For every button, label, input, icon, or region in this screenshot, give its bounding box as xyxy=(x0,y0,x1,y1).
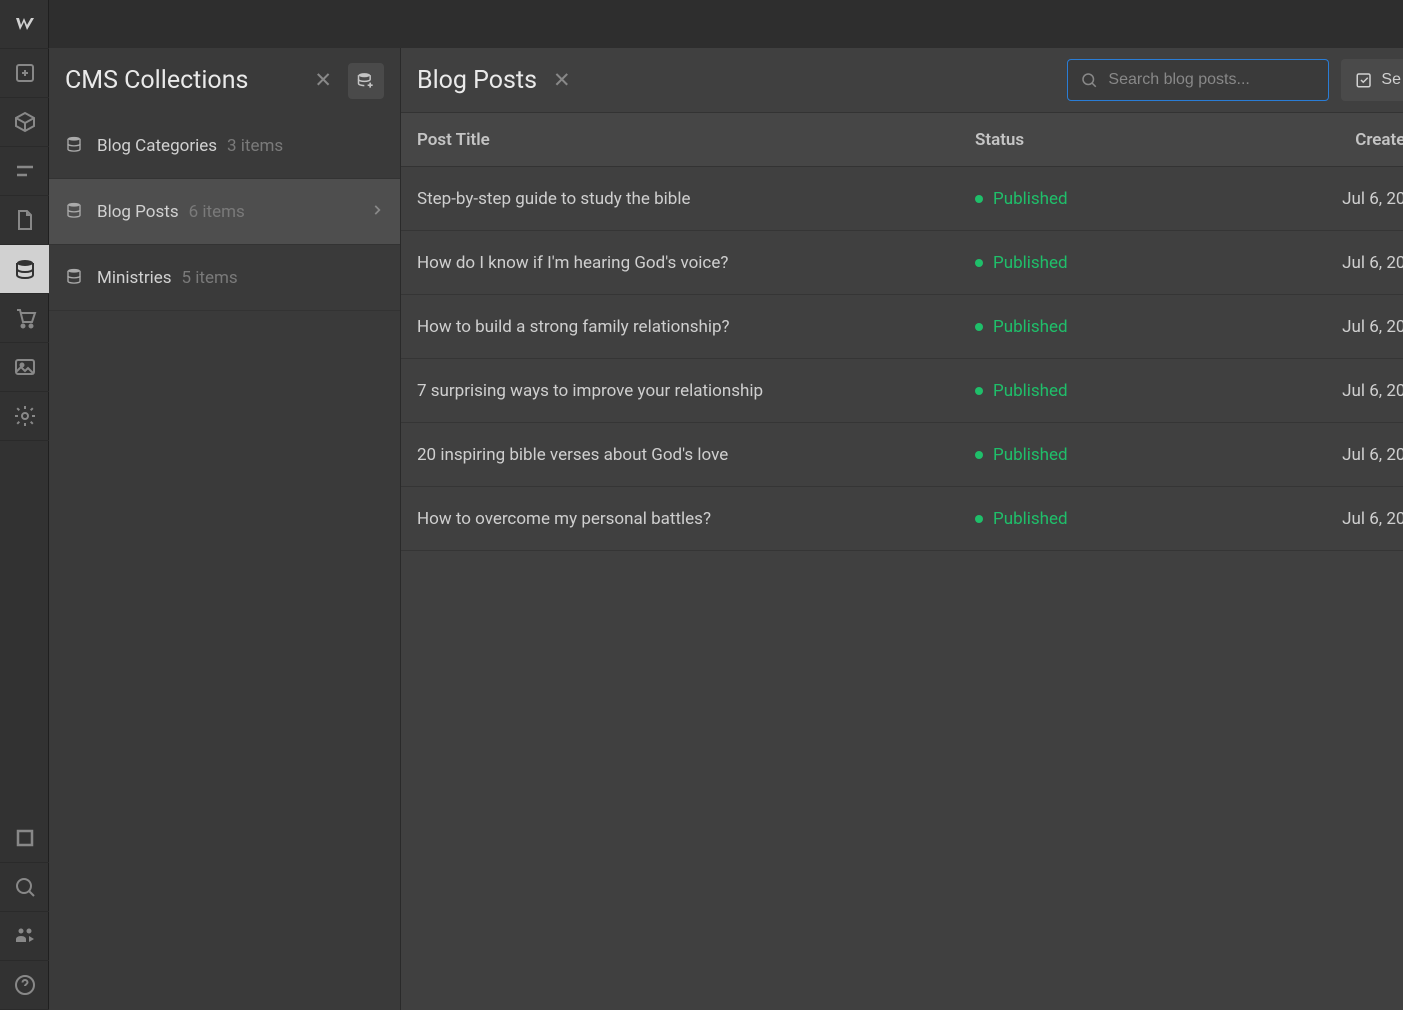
cell-created: Jul 6, 202 xyxy=(1295,317,1403,337)
collection-count: 6 items xyxy=(189,202,245,222)
cell-created: Jul 6, 202 xyxy=(1295,189,1403,209)
cell-title: How do I know if I'm hearing God's voice… xyxy=(417,253,975,273)
audit-icon[interactable] xyxy=(0,814,49,863)
video-icon[interactable] xyxy=(0,912,49,961)
select-button[interactable]: Se xyxy=(1341,59,1403,101)
cell-title: 20 inspiring bible verses about God's lo… xyxy=(417,445,975,465)
box-icon[interactable] xyxy=(0,98,49,147)
top-bar xyxy=(49,0,1403,48)
search-input[interactable] xyxy=(1108,71,1316,89)
chevron-right-icon xyxy=(370,202,384,221)
checkbox-icon xyxy=(1355,71,1373,89)
cell-created: Jul 6, 202 xyxy=(1295,381,1403,401)
cell-status: Published xyxy=(975,253,1295,273)
status-text: Published xyxy=(993,189,1068,209)
assets-icon[interactable] xyxy=(0,343,49,392)
status-dot-icon xyxy=(975,323,983,331)
database-icon xyxy=(65,267,83,289)
add-collection-button[interactable] xyxy=(348,63,384,99)
panels-icon[interactable] xyxy=(0,147,49,196)
ecommerce-icon[interactable] xyxy=(0,294,49,343)
table-header: Post Title Status Created xyxy=(401,113,1403,167)
cell-title: How to build a strong family relationshi… xyxy=(417,317,975,337)
collection-list: Blog Categories 3 items Blog Posts 6 ite… xyxy=(49,113,400,1010)
status-dot-icon xyxy=(975,195,983,203)
cell-status: Published xyxy=(975,317,1295,337)
table-row[interactable]: How to overcome my personal battles? Pub… xyxy=(401,487,1403,551)
cell-title: How to overcome my personal battles? xyxy=(417,509,975,529)
status-text: Published xyxy=(993,509,1068,529)
cell-status: Published xyxy=(975,509,1295,529)
collection-count: 3 items xyxy=(227,136,283,156)
table-row[interactable]: 20 inspiring bible verses about God's lo… xyxy=(401,423,1403,487)
status-dot-icon xyxy=(975,515,983,523)
collections-panel: CMS Collections ✕ Blog Categories 3 item… xyxy=(49,48,401,1010)
cell-status: Published xyxy=(975,381,1295,401)
col-header-status[interactable]: Status xyxy=(975,130,1295,150)
collection-item[interactable]: Blog Categories 3 items xyxy=(49,113,400,179)
cell-created: Jul 6, 202 xyxy=(1295,445,1403,465)
collection-name: Blog Posts xyxy=(97,202,179,222)
cell-created: Jul 6, 202 xyxy=(1295,509,1403,529)
status-dot-icon xyxy=(975,259,983,267)
table-row[interactable]: 7 surprising ways to improve your relati… xyxy=(401,359,1403,423)
search-icon[interactable] xyxy=(0,863,49,912)
left-rail xyxy=(0,0,49,1010)
cell-status: Published xyxy=(975,189,1295,209)
status-text: Published xyxy=(993,317,1068,337)
col-header-title[interactable]: Post Title xyxy=(417,130,975,150)
add-icon[interactable] xyxy=(0,49,49,98)
cms-icon[interactable] xyxy=(0,245,49,294)
cell-created: Jul 6, 202 xyxy=(1295,253,1403,273)
cell-title: 7 surprising ways to improve your relati… xyxy=(417,381,975,401)
select-button-label: Se xyxy=(1381,71,1401,89)
database-icon xyxy=(65,201,83,223)
search-box[interactable] xyxy=(1067,59,1329,101)
help-icon[interactable] xyxy=(0,961,49,1010)
close-details-button[interactable]: ✕ xyxy=(549,64,575,97)
cell-status: Published xyxy=(975,445,1295,465)
col-header-created[interactable]: Created xyxy=(1295,130,1403,150)
cell-title: Step-by-step guide to study the bible xyxy=(417,189,975,209)
table-row[interactable]: How to build a strong family relationshi… xyxy=(401,295,1403,359)
status-dot-icon xyxy=(975,451,983,459)
status-text: Published xyxy=(993,381,1068,401)
status-dot-icon xyxy=(975,387,983,395)
database-icon xyxy=(65,135,83,157)
details-title: Blog Posts xyxy=(417,66,537,95)
posts-table: Post Title Status Created Step-by-step g… xyxy=(401,113,1403,1010)
status-text: Published xyxy=(993,445,1068,465)
collection-count: 5 items xyxy=(182,268,238,288)
collection-name: Ministries xyxy=(97,268,172,288)
collections-panel-title: CMS Collections xyxy=(65,66,298,95)
collection-name: Blog Categories xyxy=(97,136,217,156)
search-icon xyxy=(1080,71,1098,89)
logo-icon[interactable] xyxy=(0,0,49,49)
collection-item[interactable]: Ministries 5 items xyxy=(49,245,400,311)
settings-icon[interactable] xyxy=(0,392,49,441)
collection-item[interactable]: Blog Posts 6 items xyxy=(49,179,400,245)
details-panel: Blog Posts ✕ Se Post Title Stat xyxy=(401,48,1403,1010)
close-collections-button[interactable]: ✕ xyxy=(310,64,336,97)
table-row[interactable]: How do I know if I'm hearing God's voice… xyxy=(401,231,1403,295)
table-row[interactable]: Step-by-step guide to study the bible Pu… xyxy=(401,167,1403,231)
status-text: Published xyxy=(993,253,1068,273)
pages-icon[interactable] xyxy=(0,196,49,245)
